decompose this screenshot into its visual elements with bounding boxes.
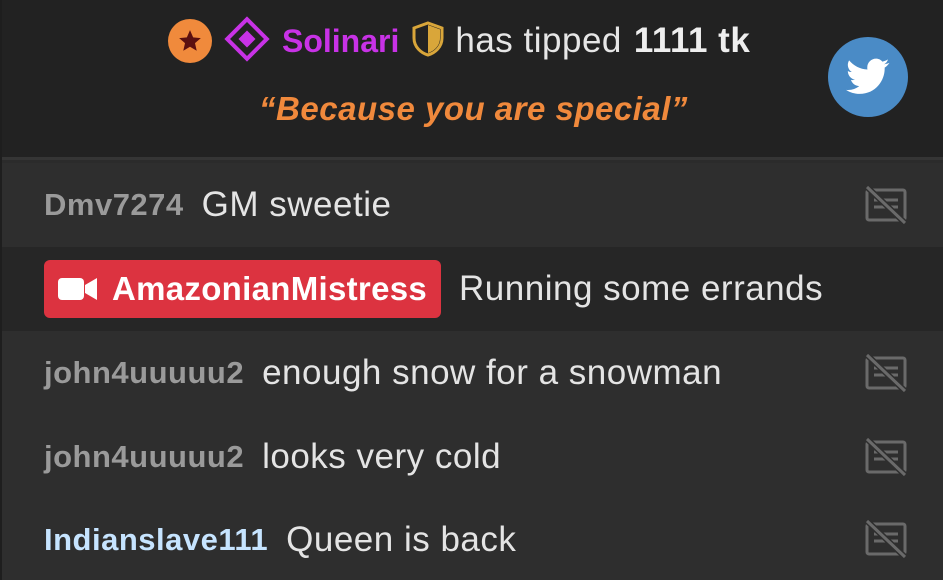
diamond-icon bbox=[224, 15, 282, 67]
chat-message-host: AmazonianMistress Running some errands bbox=[2, 247, 943, 331]
chat-message-text: looks very cold bbox=[262, 437, 502, 476]
twitter-icon bbox=[846, 58, 890, 94]
chat-message: Dmv7274 GM sweetie bbox=[2, 163, 943, 247]
tip-line: Solinari has tipped 1111 tk bbox=[168, 15, 751, 67]
tip-amount: 1111 tk bbox=[633, 21, 751, 60]
chat-username[interactable]: john4uuuuu2 bbox=[44, 355, 244, 391]
chat-username[interactable]: Dmv7274 bbox=[44, 187, 184, 223]
host-username: AmazonianMistress bbox=[112, 270, 428, 307]
hide-translation-icon[interactable] bbox=[864, 353, 908, 393]
hide-translation-icon[interactable] bbox=[864, 437, 908, 477]
chat-panel: Solinari has tipped 1111 tk “Because you… bbox=[0, 0, 943, 580]
chat-message-text: GM sweetie bbox=[201, 185, 392, 224]
chat-message-text: Queen is back bbox=[286, 519, 517, 559]
star-badge-icon bbox=[168, 19, 212, 63]
chat-username[interactable]: john4uuuuu2 bbox=[44, 439, 244, 475]
hide-translation-icon[interactable] bbox=[864, 185, 908, 225]
chat-message-text: enough snow for a snowman bbox=[262, 353, 723, 392]
tip-message: “Because you are special” bbox=[259, 90, 688, 127]
twitter-share-button[interactable] bbox=[828, 37, 908, 117]
tipper-username[interactable]: Solinari bbox=[282, 23, 399, 60]
chat-message: john4uuuuu2 enough snow for a snowman bbox=[2, 331, 943, 415]
hide-translation-icon[interactable] bbox=[864, 519, 908, 559]
chat-username[interactable]: Indianslave111 bbox=[44, 522, 268, 558]
camera-icon bbox=[58, 278, 97, 300]
chat-message-text: Running some errands bbox=[459, 269, 824, 308]
tip-notification: Solinari has tipped 1111 tk “Because you… bbox=[2, 0, 943, 160]
chat-message: john4uuuuu2 looks very cold bbox=[2, 415, 943, 499]
chat-message: Indianslave111 Queen is back bbox=[2, 499, 943, 580]
host-badge[interactable]: AmazonianMistress bbox=[44, 260, 442, 318]
tip-action-text: has tipped bbox=[455, 21, 622, 60]
shield-icon bbox=[411, 20, 455, 62]
